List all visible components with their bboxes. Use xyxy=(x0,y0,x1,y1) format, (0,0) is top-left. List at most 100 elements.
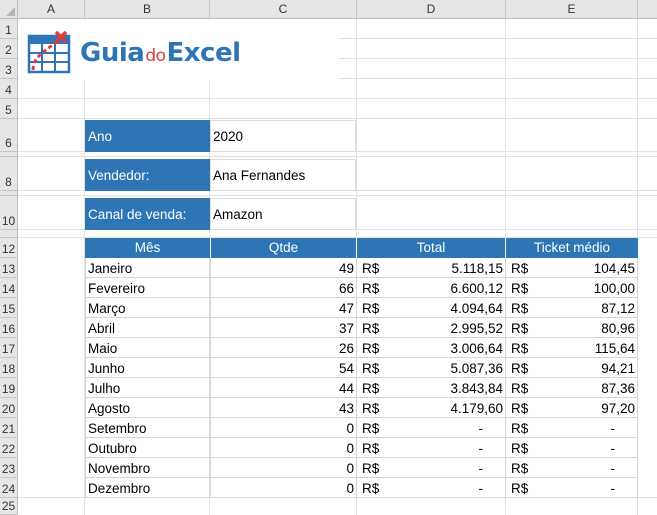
logo-wordmark: GuiadoExcel xyxy=(80,38,241,68)
cell-mes[interactable]: Maio xyxy=(85,338,211,358)
cell-total[interactable]: R$ 2.995,52 xyxy=(357,318,506,338)
cell-qtde[interactable]: 43 xyxy=(211,398,357,418)
cell-qtde[interactable]: 0 xyxy=(211,418,357,438)
cell-mes[interactable]: Junho xyxy=(85,358,211,378)
table-row: Novembro 0 R$ - R$ - xyxy=(85,458,638,478)
cell-mes[interactable]: Fevereiro xyxy=(85,278,211,298)
currency-symbol: R$ xyxy=(511,401,529,416)
cell-qtde[interactable]: 44 xyxy=(211,378,357,398)
cell-total[interactable]: R$ 3.006,64 xyxy=(357,338,506,358)
cell-ticket[interactable]: R$ 80,96 xyxy=(506,318,638,338)
cell-qtde[interactable]: 0 xyxy=(211,438,357,458)
cell-qtde[interactable]: 47 xyxy=(211,298,357,318)
row-header-17[interactable]: 17 xyxy=(0,338,18,358)
cell-mes[interactable]: Setembro xyxy=(85,418,211,438)
header-mes[interactable]: Mês xyxy=(85,238,211,258)
cell-ticket[interactable]: R$ 100,00 xyxy=(506,278,638,298)
header-total[interactable]: Total xyxy=(357,238,506,258)
currency-symbol: R$ xyxy=(362,361,380,376)
cell-qtde[interactable]: 66 xyxy=(211,278,357,298)
row-header-12[interactable]: 12 xyxy=(0,238,18,258)
row-header-19[interactable]: 19 xyxy=(0,378,18,398)
column-header-e[interactable]: E xyxy=(506,0,638,19)
cell-total[interactable]: R$ 4.094,64 xyxy=(357,298,506,318)
cell-total[interactable]: R$ - xyxy=(357,438,506,458)
cell-mes[interactable]: Março xyxy=(85,298,211,318)
row-header-24[interactable]: 24 xyxy=(0,478,18,498)
ticket-amount: - xyxy=(610,461,616,476)
cell-mes[interactable]: Novembro xyxy=(85,458,211,478)
cell-total[interactable]: R$ - xyxy=(357,458,506,478)
cell-mes[interactable]: Outubro xyxy=(85,438,211,458)
row-header-22[interactable]: 22 xyxy=(0,438,18,458)
cell-ticket[interactable]: R$ 115,64 xyxy=(506,338,638,358)
row-header-4[interactable]: 4 xyxy=(0,79,18,99)
select-all-triangle-icon xyxy=(6,7,15,16)
currency-symbol: R$ xyxy=(511,301,529,316)
row-header-23[interactable]: 23 xyxy=(0,458,18,478)
currency-symbol: R$ xyxy=(511,361,529,376)
row-header-16[interactable]: 16 xyxy=(0,318,18,338)
row-header-3[interactable]: 3 xyxy=(0,59,18,79)
row-header-6[interactable]: 6 xyxy=(0,119,18,152)
row-header-13[interactable]: 13 xyxy=(0,258,18,278)
cell-ticket[interactable]: R$ - xyxy=(506,418,638,438)
select-all-corner[interactable] xyxy=(0,0,18,19)
row-header-18[interactable]: 18 xyxy=(0,358,18,378)
cell-ticket[interactable]: R$ - xyxy=(506,458,638,478)
currency-symbol: R$ xyxy=(362,441,380,456)
cell-ticket[interactable]: R$ - xyxy=(506,438,638,458)
header-ticket-medio[interactable]: Ticket médio xyxy=(506,238,638,258)
ano-value-cell[interactable]: 2020 xyxy=(210,120,356,152)
column-header-b[interactable]: B xyxy=(85,0,210,19)
column-header-d[interactable]: D xyxy=(357,0,506,19)
row-header-14[interactable]: 14 xyxy=(0,278,18,298)
cell-total[interactable]: R$ - xyxy=(357,418,506,438)
cell-qtde[interactable]: 0 xyxy=(211,478,357,498)
row-header-20[interactable]: 20 xyxy=(0,398,18,418)
cell-qtde[interactable]: 26 xyxy=(211,338,357,358)
cell-mes[interactable]: Janeiro xyxy=(85,258,211,278)
cell-mes[interactable]: Agosto xyxy=(85,398,211,418)
cell-total[interactable]: R$ 5.118,15 xyxy=(357,258,506,278)
row-header-21[interactable]: 21 xyxy=(0,418,18,438)
column-header-c[interactable]: C xyxy=(210,0,357,19)
cell-ticket[interactable]: R$ - xyxy=(506,478,638,498)
cell-qtde[interactable]: 37 xyxy=(211,318,357,338)
cell-qtde[interactable]: 54 xyxy=(211,358,357,378)
cell-total[interactable]: R$ 6.600,12 xyxy=(357,278,506,298)
row-header-15[interactable]: 15 xyxy=(0,298,18,318)
ticket-amount: 100,00 xyxy=(593,281,635,296)
canal-value-cell[interactable]: Amazon xyxy=(210,198,356,230)
cell-ticket[interactable]: R$ 94,21 xyxy=(506,358,638,378)
cell-mes[interactable]: Dezembro xyxy=(85,478,211,498)
cell-total[interactable]: R$ 5.087,36 xyxy=(357,358,506,378)
gridline xyxy=(18,195,657,196)
row-header-2[interactable]: 2 xyxy=(0,39,18,59)
row-header-5[interactable]: 5 xyxy=(0,99,18,119)
row-header-8[interactable]: 8 xyxy=(0,157,18,191)
row-header-1[interactable]: 1 xyxy=(0,19,18,39)
table-row: Agosto 43 R$ 4.179,60 R$ 97,20 xyxy=(85,398,638,418)
cell-total[interactable]: R$ 3.843,84 xyxy=(357,378,506,398)
row-header-25[interactable]: 25 xyxy=(0,498,18,515)
row-header-10[interactable]: 10 xyxy=(0,196,18,230)
row-header-11[interactable]: 11 xyxy=(0,230,18,238)
cell-ticket[interactable]: R$ 97,20 xyxy=(506,398,638,418)
cell-ticket[interactable]: R$ 87,36 xyxy=(506,378,638,398)
cell-qtde[interactable]: 49 xyxy=(211,258,357,278)
header-qtde[interactable]: Qtde xyxy=(211,238,357,258)
cell-ticket[interactable]: R$ 87,12 xyxy=(506,298,638,318)
cell-qtde[interactable]: 0 xyxy=(211,458,357,478)
cell-ticket[interactable]: R$ 104,45 xyxy=(506,258,638,278)
total-amount: 3.006,64 xyxy=(450,341,503,356)
vendedor-value-cell[interactable]: Ana Fernandes xyxy=(210,159,356,191)
cell-mes[interactable]: Julho xyxy=(85,378,211,398)
cell-mes[interactable]: Abril xyxy=(85,318,211,338)
currency-symbol: R$ xyxy=(511,421,529,436)
table-row: Abril 37 R$ 2.995,52 R$ 80,96 xyxy=(85,318,638,338)
cell-total[interactable]: R$ 4.179,60 xyxy=(357,398,506,418)
column-header-a[interactable]: A xyxy=(18,0,85,19)
cell-total[interactable]: R$ - xyxy=(357,478,506,498)
column-header-f[interactable] xyxy=(638,0,657,19)
